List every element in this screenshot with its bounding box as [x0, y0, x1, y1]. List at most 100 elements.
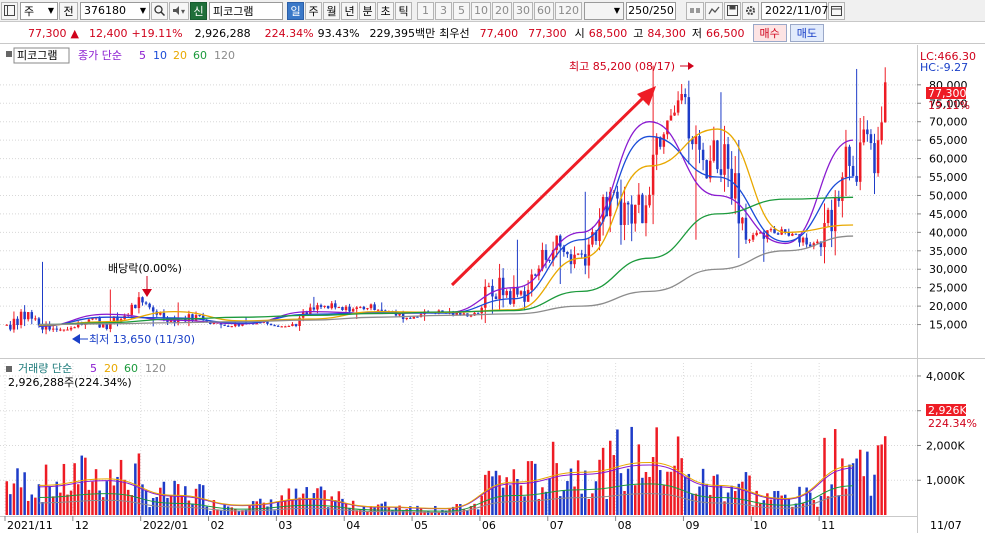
tool-b-button[interactable]: [705, 1, 723, 20]
interval-3[interactable]: 3: [435, 1, 452, 20]
volume-bar: [298, 497, 301, 515]
volume-bar: [812, 499, 816, 515]
period-week[interactable]: 주: [305, 1, 322, 20]
candle-body: [337, 307, 341, 309]
search-button[interactable]: [151, 1, 168, 20]
tools-icon: [690, 8, 700, 13]
interval-20[interactable]: 20: [492, 1, 512, 20]
candle-body: [59, 329, 62, 331]
candle-body: [744, 217, 748, 240]
percent-value: 93.43%: [317, 26, 360, 40]
candle-body: [680, 93, 683, 101]
volume-bar: [744, 472, 748, 515]
price-tick-label: 40,000: [929, 226, 968, 239]
interval-60[interactable]: 60: [534, 1, 554, 20]
volume-bar: [501, 487, 505, 515]
interval-1[interactable]: 1: [417, 1, 434, 20]
panel-icon[interactable]: [1, 1, 18, 20]
volume-bar: [384, 501, 387, 515]
volume-bar: [537, 498, 541, 515]
volume-bar: [191, 503, 194, 515]
candle-body: [55, 328, 59, 330]
period-month[interactable]: 월: [323, 1, 340, 20]
volume-bar: [80, 455, 84, 515]
calendar-button[interactable]: [828, 1, 845, 20]
volume-bar: [116, 476, 119, 515]
volume-bar: [541, 487, 544, 515]
volume-bar: [30, 494, 34, 515]
volume-bar: [733, 491, 737, 515]
volume-bar: [659, 470, 662, 515]
volume-bar: [91, 481, 94, 515]
search-icon: [154, 5, 165, 16]
candle-body: [598, 221, 601, 241]
volume-bar: [309, 499, 312, 515]
interval-group: 1 3 5 10 20 30 60 120: [416, 1, 582, 20]
sell-button[interactable]: 매도: [789, 24, 825, 42]
candle-body: [287, 325, 291, 327]
volume-legend-label: 거래량 단순: [18, 362, 72, 375]
volume-bar: [173, 480, 176, 515]
new-listing-badge: 신: [190, 1, 207, 20]
candle-body: [505, 291, 508, 296]
code-input[interactable]: 376180 ▼: [80, 1, 150, 20]
ma-line: [38, 196, 854, 326]
candle-body: [723, 144, 726, 175]
volume-tick-label: 2,000K: [926, 439, 965, 452]
price-tick-label: 30,000: [929, 263, 968, 276]
volume-bar: [23, 472, 26, 515]
buy-button[interactable]: 매수: [752, 24, 787, 42]
date-input[interactable]: 2022/11/07: [761, 1, 828, 20]
period-tick[interactable]: 틱: [395, 1, 412, 20]
candle-body: [369, 304, 373, 309]
candle-body: [73, 327, 76, 329]
custom-interval[interactable]: ▼: [584, 1, 624, 20]
price-change: 12,400: [88, 26, 128, 40]
market-button[interactable]: 전: [59, 1, 78, 20]
candle-body: [626, 202, 630, 205]
stock-name: 피코그램: [209, 1, 283, 20]
legend-square-icon: [6, 366, 12, 372]
open-label: 시: [574, 27, 585, 40]
volume-bar: [848, 464, 851, 515]
interval-30[interactable]: 30: [513, 1, 533, 20]
volume-bar: [844, 488, 848, 515]
month-label: 04: [346, 519, 360, 532]
candle-body: [783, 229, 787, 233]
save-button[interactable]: [724, 1, 741, 20]
volume-bar: [294, 488, 298, 515]
legend-ma5: 5: [139, 49, 146, 62]
volume-bar: [751, 507, 755, 515]
volume-bar: [219, 510, 223, 515]
candle-body: [230, 326, 233, 328]
stock-chart[interactable]: 피코그램 종가 단순 5 10 20 60 120 거래량 단순 5 20 60…: [0, 45, 985, 533]
candle-body: [509, 291, 512, 304]
bar-count[interactable]: 250/250: [626, 1, 676, 20]
period-year[interactable]: 년: [341, 1, 358, 20]
tool-a-button[interactable]: [686, 1, 704, 20]
volume-bar: [676, 436, 680, 515]
volume-bar: [34, 497, 37, 515]
volume-bar: [476, 509, 480, 515]
period-minute[interactable]: 분: [359, 1, 376, 20]
candle-body: [844, 146, 848, 178]
market-select[interactable]: 주 ▼: [20, 1, 58, 20]
period-second[interactable]: 초: [377, 1, 394, 20]
interval-120[interactable]: 120: [555, 1, 582, 20]
period-day[interactable]: 일: [287, 1, 304, 20]
speaker-button[interactable]: ▾: [169, 1, 189, 20]
interval-10[interactable]: 10: [471, 1, 491, 20]
interval-5[interactable]: 5: [453, 1, 470, 20]
settings-button[interactable]: [742, 1, 759, 20]
candle-body: [5, 324, 9, 326]
volume-tick-label: 1,000K: [926, 474, 965, 487]
candle-body: [137, 297, 141, 309]
code-value: 376180: [84, 4, 126, 17]
candle-body: [351, 308, 355, 312]
candle-body: [662, 134, 666, 147]
volume-bar: [691, 493, 694, 515]
volume-bar: [655, 427, 658, 515]
candle-body: [587, 244, 591, 266]
candle-body: [823, 223, 826, 248]
volume-bar: [773, 491, 776, 515]
